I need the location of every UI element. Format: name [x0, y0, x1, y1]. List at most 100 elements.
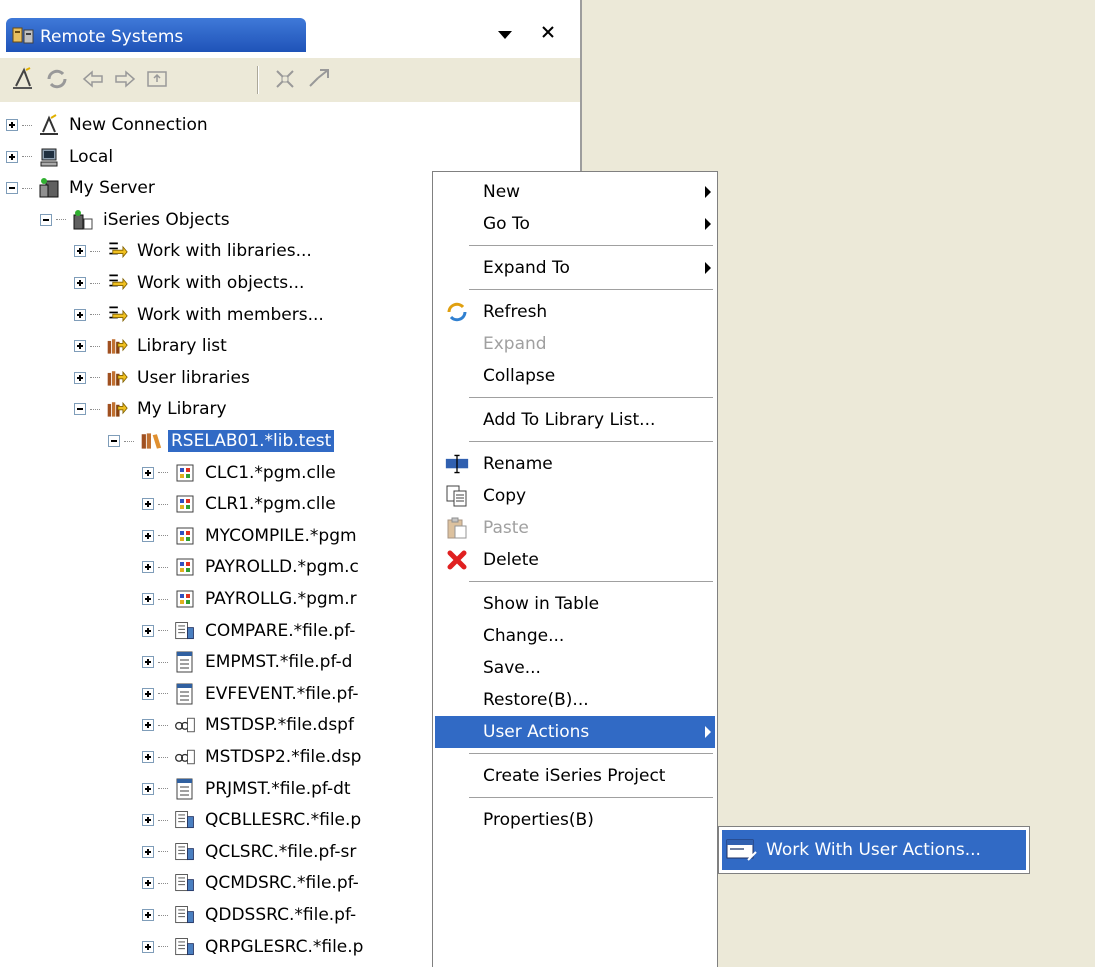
tree-item[interactable]: PAYROLLD.*pgm.c: [142, 552, 362, 582]
tree-connector: [158, 882, 168, 884]
expand-icon[interactable]: [142, 529, 154, 542]
menu-separator: [469, 397, 713, 398]
menu-item-paste: Paste: [435, 512, 715, 544]
tree-item[interactable]: CLC1.*pgm.clle: [142, 458, 339, 488]
expand-icon[interactable]: [142, 909, 154, 921]
expand-icon[interactable]: [142, 814, 154, 827]
menu-item-expand-to[interactable]: Expand To: [435, 252, 715, 284]
tree-item[interactable]: My Library: [74, 394, 230, 424]
tree-item[interactable]: COMPARE.*file.pf-: [142, 616, 358, 646]
expand-icon[interactable]: [74, 340, 86, 353]
expand-icon[interactable]: [142, 656, 154, 669]
new-connection-icon[interactable]: [10, 66, 36, 92]
tree-item[interactable]: QCBLLESRC.*file.p: [142, 805, 364, 835]
menu-item-rename[interactable]: Rename: [435, 448, 715, 480]
menu-item-user-actions[interactable]: User Actions: [435, 716, 715, 748]
expand-icon[interactable]: [142, 877, 154, 890]
expand-icon[interactable]: [142, 466, 154, 479]
tree-item[interactable]: User libraries: [74, 363, 253, 393]
tree-item[interactable]: New Connection: [6, 110, 211, 140]
tree-item[interactable]: Work with libraries...: [74, 236, 315, 266]
tree-item[interactable]: Work with members...: [74, 300, 327, 330]
link-with-editor-icon[interactable]: [306, 66, 332, 92]
expand-icon[interactable]: [74, 308, 86, 321]
collapse-all-icon[interactable]: [272, 66, 298, 92]
expand-icon[interactable]: [142, 593, 154, 605]
menu-item-delete[interactable]: Delete: [435, 544, 715, 576]
menu-separator: [469, 441, 713, 442]
tree-item[interactable]: EMPMST.*file.pf-d: [142, 647, 355, 677]
collapse-icon[interactable]: [40, 213, 52, 226]
refresh-icon[interactable]: [44, 66, 70, 92]
menu-item-label: Show in Table: [483, 594, 600, 614]
expand-icon[interactable]: [142, 940, 154, 953]
expand-icon[interactable]: [142, 751, 154, 763]
tree-item[interactable]: CLR1.*pgm.clle: [142, 489, 339, 519]
expand-icon[interactable]: [142, 624, 154, 637]
tree-item[interactable]: QCMDSRC.*file.pf-: [142, 868, 362, 898]
tree-item-label: Work with libraries...: [137, 241, 312, 262]
tree-item[interactable]: MSTDSP.*file.dspf: [142, 710, 357, 740]
tree-item[interactable]: PRJMST.*file.pf-dt: [142, 774, 354, 804]
menu-item-create-iseries-project[interactable]: Create iSeries Project: [435, 760, 715, 792]
tree-item[interactable]: Library list: [74, 331, 230, 361]
menu-item-work-with-user-actions[interactable]: Work With User Actions...: [722, 830, 1026, 870]
menu-item-change[interactable]: Change...: [435, 620, 715, 652]
menu-item-go-to[interactable]: Go To: [435, 208, 715, 240]
tree-item[interactable]: EVFEVENT.*file.pf-: [142, 679, 362, 709]
menu-item-properties-b[interactable]: Properties(B): [435, 804, 715, 836]
expand-icon[interactable]: [142, 561, 154, 574]
expand-icon[interactable]: [142, 687, 154, 700]
tree-connector: [90, 345, 100, 347]
collapse-icon[interactable]: [6, 182, 18, 195]
menu-item-copy[interactable]: Copy: [435, 480, 715, 512]
up-icon[interactable]: [144, 66, 170, 92]
tree-connector: [158, 661, 168, 663]
tree-item-label: Work with objects...: [137, 273, 305, 293]
delete-icon: [445, 548, 469, 572]
expand-icon[interactable]: [142, 719, 154, 732]
expand-icon[interactable]: [74, 245, 86, 258]
tree-item[interactable]: RSELAB01.*lib.test: [108, 426, 335, 456]
tree-item-label: QRPGLESRC.*file.p: [205, 936, 364, 957]
menu-item-label: Save...: [483, 658, 541, 678]
close-icon[interactable]: [540, 23, 556, 45]
tree-item-label: User libraries: [137, 367, 250, 388]
menu-item-save[interactable]: Save...: [435, 652, 715, 684]
tree-item-label: QCMDSRC.*file.pf-: [205, 873, 359, 894]
expand-icon[interactable]: [6, 119, 18, 131]
tree-item[interactable]: My Server: [6, 173, 158, 203]
collapse-icon[interactable]: [74, 403, 86, 416]
source-file-icon: [174, 904, 196, 926]
view-title-bar: Remote Systems: [0, 0, 580, 58]
tree-item[interactable]: Work with objects...: [74, 268, 307, 298]
tree-item[interactable]: iSeries Objects: [40, 205, 233, 235]
expand-icon[interactable]: [6, 150, 18, 163]
menu-separator: [469, 753, 713, 754]
menu-item-add-to-library-list[interactable]: Add To Library List...: [435, 404, 715, 436]
expand-icon[interactable]: [142, 845, 154, 858]
menu-item-new[interactable]: New: [435, 176, 715, 208]
menu-item-collapse[interactable]: Collapse: [435, 360, 715, 392]
menu-item-restore-b[interactable]: Restore(B)...: [435, 684, 715, 716]
data-file-icon: [174, 778, 196, 800]
expand-icon[interactable]: [142, 782, 154, 795]
expand-icon[interactable]: [74, 371, 86, 384]
tree-item[interactable]: MSTDSP2.*file.dsp: [142, 742, 364, 772]
server-icon: [38, 177, 60, 199]
tree-item[interactable]: QCLSRC.*file.pf-sr: [142, 837, 359, 867]
back-icon[interactable]: [80, 66, 106, 92]
tree-item[interactable]: PAYROLLG.*pgm.r: [142, 584, 360, 614]
menu-item-refresh[interactable]: Refresh: [435, 296, 715, 328]
view-menu-arrow-icon[interactable]: [497, 26, 513, 46]
tree-item[interactable]: Local: [6, 142, 116, 172]
tree-item[interactable]: QRPGLESRC.*file.p: [142, 932, 366, 962]
menu-item-show-in-table[interactable]: Show in Table: [435, 588, 715, 620]
tree-item[interactable]: MYCOMPILE.*pgm: [142, 521, 360, 551]
tree-item[interactable]: QDDSSRC.*file.pf-: [142, 900, 359, 930]
forward-icon[interactable]: [112, 66, 138, 92]
expand-icon[interactable]: [74, 277, 86, 289]
expand-icon[interactable]: [142, 498, 154, 511]
collapse-icon[interactable]: [108, 435, 120, 447]
tree-item-label: Local: [69, 146, 114, 167]
